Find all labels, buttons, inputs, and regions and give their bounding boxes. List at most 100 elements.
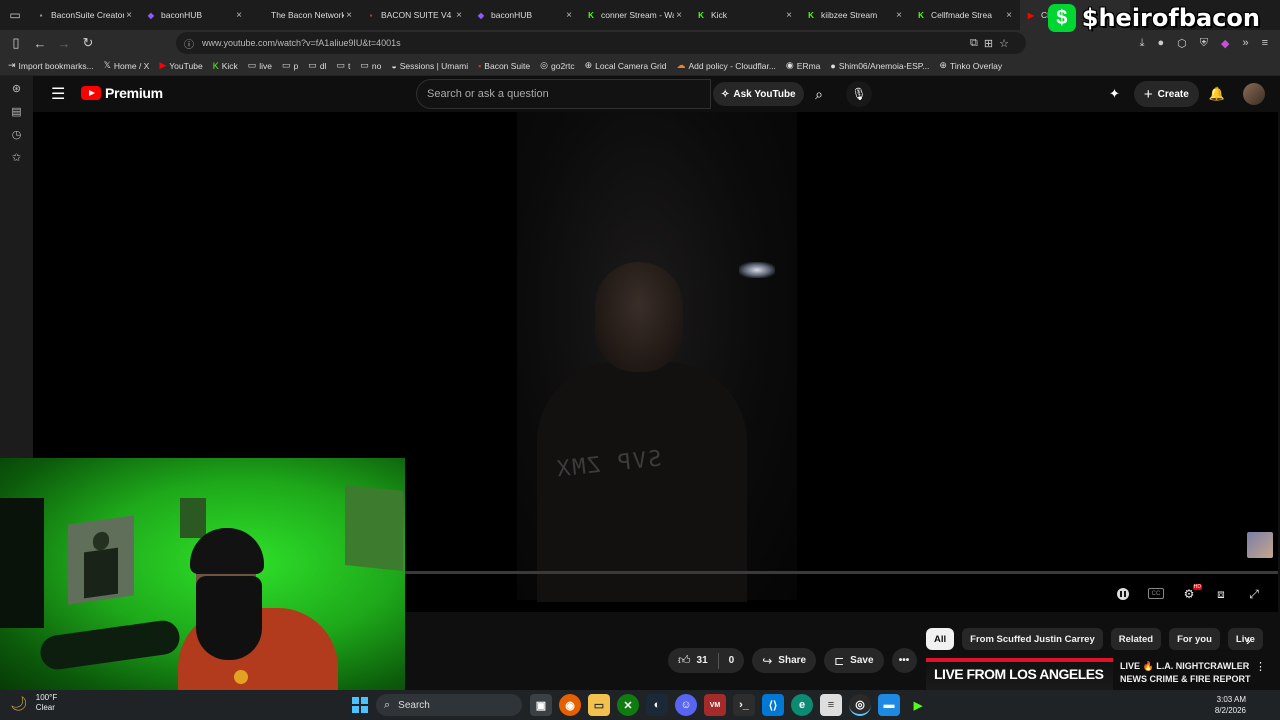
avatar[interactable] <box>1243 83 1265 105</box>
bookmark-item[interactable]: ▭ no <box>360 60 381 71</box>
sidebar-toggle-icon[interactable]: ▯ <box>4 30 28 56</box>
more-tools-icon[interactable]: » <box>1242 37 1248 49</box>
browser-tab[interactable]: Kconner Stream - Wa × <box>580 0 690 30</box>
bookmark-item[interactable]: ⊕ Tinko Overlay <box>939 60 1002 71</box>
close-tab-icon[interactable]: × <box>784 10 794 21</box>
bookmark-item[interactable]: ◉ ERma <box>786 60 820 71</box>
site-info-icon[interactable]: ⓘ <box>184 36 194 51</box>
reload-button[interactable]: ↻ <box>76 30 100 56</box>
weather-widget[interactable]: 🌙︎ 100°F Clear <box>10 693 57 713</box>
search-input[interactable]: Search or ask a question <box>416 79 711 109</box>
search-button[interactable]: ⌕ <box>804 79 834 109</box>
save-button[interactable]: ⊏ Save <box>824 648 884 673</box>
bookmark-item[interactable]: ☁ Add policy - Cloudflar... <box>677 60 776 71</box>
filter-chip[interactable]: Related <box>1110 628 1162 650</box>
taskbar-search[interactable]: ⌕ Search <box>376 694 522 716</box>
settings-button[interactable]: ⚙ HD <box>1180 584 1202 604</box>
recommended-title[interactable]: LIVE 🔥 L.A. NIGHTCRAWLER NEWS CRIME & FI… <box>1120 660 1254 690</box>
filter-chip[interactable]: For you <box>1169 628 1220 650</box>
chatgpt-icon[interactable]: ⊛ <box>12 82 21 95</box>
bookmark-item[interactable]: ⊕ Local Camera Grid <box>585 60 667 71</box>
like-button[interactable]: 👍︎ 31 <box>668 648 718 673</box>
browser-tab[interactable]: ▪ BaconSuite Creator Dash× <box>30 0 140 30</box>
browser-tab[interactable]: K Cellfmade Strea × <box>910 0 1020 30</box>
monitor-app-icon[interactable]: ▬ <box>878 694 900 716</box>
xbox-icon[interactable]: ✕ <box>617 694 639 716</box>
bookmark-item[interactable]: ● Shim06/Anemoia-ESP... <box>830 61 929 71</box>
close-tab-icon[interactable]: × <box>564 10 574 21</box>
chevron-right-icon[interactable]: › <box>1246 632 1251 648</box>
youtube-premium-logo[interactable]: Premium <box>81 85 163 101</box>
bookmark-item[interactable]: ▭ t <box>336 60 350 71</box>
browser-tab[interactable]: Kkiibzee Stream × <box>800 0 910 30</box>
bookmark-item[interactable]: ▭ p <box>282 60 298 71</box>
create-button[interactable]: + Create <box>1133 81 1199 107</box>
close-tab-icon[interactable]: × <box>234 10 244 21</box>
more-vert-icon[interactable]: ⋮ <box>1255 660 1266 673</box>
more-actions-icon[interactable]: ••• <box>891 648 917 673</box>
start-button[interactable] <box>352 697 368 713</box>
forward-button[interactable]: → <box>52 30 76 56</box>
bookmark-item[interactable]: ▪ Bacon Suite <box>478 61 530 71</box>
address-bar[interactable]: ⓘ www.youtube.com/watch?v=fA1aliue9IU&t=… <box>176 32 1026 54</box>
filter-chip[interactable]: From Scuffed Justin Carrey <box>962 628 1103 650</box>
downloads-icon[interactable]: ⤓ <box>1140 37 1145 50</box>
share-button[interactable]: ↪ Share <box>752 648 817 673</box>
close-tab-icon[interactable]: × <box>674 10 684 21</box>
bookmark-item[interactable]: 𝕏 Home / X <box>104 60 150 71</box>
reading-list-icon[interactable]: ▤ <box>11 105 21 118</box>
hamburger-menu-icon[interactable]: ☰ <box>51 84 65 104</box>
captions-button[interactable]: CC <box>1148 588 1164 599</box>
dislike-button[interactable]: 0 <box>719 648 745 673</box>
browser-tab[interactable]: K Kick × <box>690 0 800 30</box>
recommended-thumbnail[interactable]: LIVE FROM LOS ANGELES <box>926 658 1113 690</box>
tab-actions-icon[interactable]: ▭ <box>0 0 30 30</box>
bookmark-item[interactable]: ◒ Sessions | Umami <box>391 61 468 71</box>
favorites-icon[interactable]: ✩ <box>12 151 21 164</box>
menu-icon[interactable]: ≡ <box>1262 37 1268 49</box>
close-tab-icon[interactable]: × <box>124 10 134 21</box>
taskbar-clock[interactable]: 3:03 AM 8/2/2026 <box>1215 694 1246 716</box>
firefox-icon[interactable]: ◉ <box>559 694 581 716</box>
favorite-star-icon[interactable]: ☆ <box>999 37 1009 50</box>
close-tab-icon[interactable]: × <box>454 10 464 21</box>
close-tab-icon[interactable]: × <box>1004 10 1014 21</box>
kick-studio-icon[interactable]: ▶ <box>907 694 929 716</box>
ask-youtube-button[interactable]: ✧ Ask YouTube <box>713 82 804 106</box>
bookmark-item[interactable]: ⇥ Import bookmarks... <box>8 60 94 71</box>
browser-tab[interactable]: The Bacon Network × <box>250 0 360 30</box>
close-tab-icon[interactable]: × <box>344 10 354 21</box>
notifications-bell-icon[interactable]: 🔔 <box>1209 86 1225 102</box>
fullscreen-icon[interactable]: ⤢ <box>1245 584 1263 604</box>
app-install-icon[interactable]: ⊞ <box>984 37 993 50</box>
back-button[interactable]: ← <box>28 30 52 56</box>
recommended-video[interactable]: LIVE FROM LOS ANGELES LIVE 🔥 L.A. NIGHTC… <box>926 658 1266 690</box>
bookmark-item[interactable]: K Kick <box>213 61 238 71</box>
discord-icon[interactable]: ☺ <box>675 694 697 716</box>
bookmark-item[interactable]: ▭ dl <box>308 60 326 71</box>
progress-bar[interactable] <box>405 571 1278 574</box>
channel-watermark[interactable] <box>1247 532 1273 558</box>
bookmark-item[interactable]: ◎ go2rtc <box>540 60 574 71</box>
file-explorer-icon[interactable]: ▭ <box>588 694 610 716</box>
extension-icon[interactable]: ● <box>1157 37 1164 49</box>
history-icon[interactable]: ◷ <box>12 128 22 141</box>
extensions-icon[interactable]: ⬡ <box>1177 37 1187 50</box>
browser-tab[interactable]: ◆ baconHUB × <box>140 0 250 30</box>
bookmark-item[interactable]: ▶ YouTube <box>159 60 202 71</box>
steam-icon[interactable]: ◐ <box>646 694 668 716</box>
browser-tab[interactable]: ◆ baconHUB × <box>470 0 580 30</box>
voicemeeter-icon[interactable]: VM <box>704 694 726 716</box>
browser-tab[interactable]: ▪ BACON SUITE V4 //× <box>360 0 470 30</box>
shield-icon[interactable]: ⛨ <box>1200 37 1208 50</box>
obs-icon[interactable]: ◎ <box>849 694 871 716</box>
bookmark-item[interactable]: ▭ live <box>248 60 272 71</box>
miniplayer-icon[interactable]: ⧈ <box>1212 584 1230 604</box>
sparkle-icon[interactable]: ✦ <box>1109 86 1120 102</box>
close-tab-icon[interactable]: × <box>894 10 904 21</box>
profile-icon[interactable]: ◆ <box>1221 37 1229 50</box>
pip-icon[interactable]: ⧉ <box>970 37 978 50</box>
edge-icon[interactable]: e <box>791 694 813 716</box>
task-view-icon[interactable]: ▣ <box>530 694 552 716</box>
filter-chip[interactable]: All <box>926 628 955 650</box>
